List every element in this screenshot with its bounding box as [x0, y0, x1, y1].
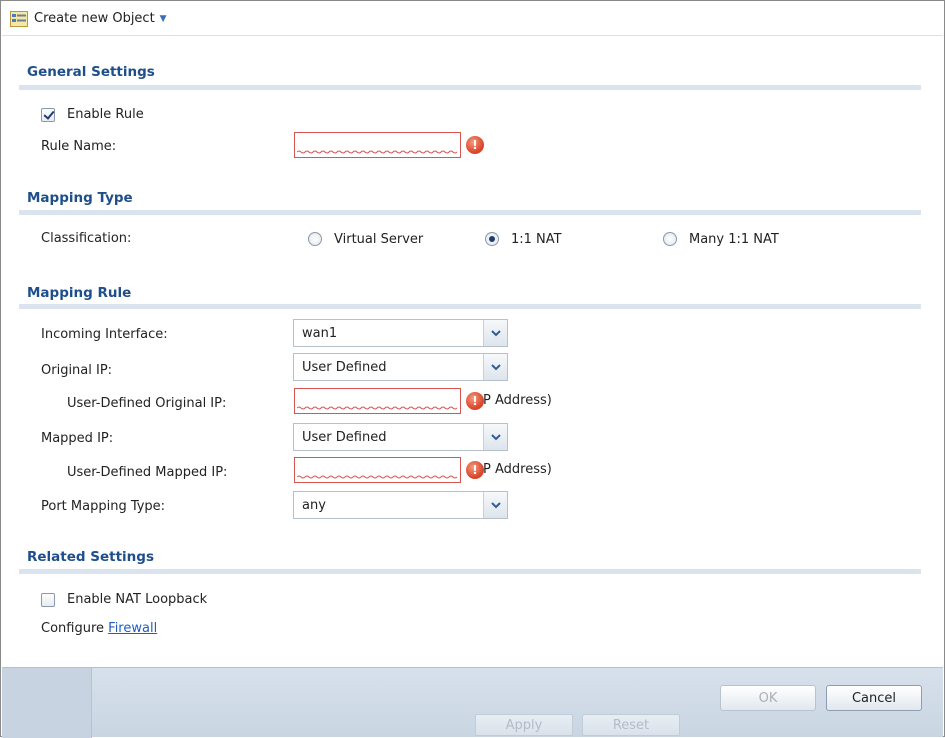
- many-one-to-one-nat-label: Many 1:1 NAT: [689, 232, 779, 247]
- port-mapping-type-select[interactable]: any: [293, 491, 508, 519]
- object-list-icon: [10, 10, 28, 27]
- enable-nat-loopback-label: Enable NAT Loopback: [67, 592, 208, 607]
- rule-name-input[interactable]: [294, 132, 461, 158]
- rule-name-label: Rule Name:: [41, 139, 117, 154]
- port-mapping-type-value: any: [302, 497, 326, 513]
- firewall-link[interactable]: Firewall: [108, 621, 157, 636]
- user-defined-original-ip-input[interactable]: [294, 388, 461, 414]
- mapping-rule-title: Mapping Rule: [27, 285, 132, 301]
- section-divider: [19, 210, 921, 215]
- error-icon: !: [466, 461, 484, 479]
- original-ip-label: Original IP:: [41, 363, 113, 378]
- error-icon: !: [466, 392, 484, 410]
- original-ip-value: User Defined: [302, 359, 387, 375]
- mapped-ip-select[interactable]: User Defined: [293, 423, 508, 451]
- chevron-down-icon[interactable]: [483, 492, 507, 518]
- chevron-down-icon[interactable]: [483, 424, 507, 450]
- create-new-object-label: Create new Object: [34, 11, 155, 26]
- original-ip-hint: P Address): [483, 393, 552, 408]
- create-new-object-menu[interactable]: Create new Object ▼: [34, 11, 167, 26]
- enable-rule-checkbox[interactable]: [41, 108, 55, 122]
- incoming-interface-select[interactable]: wan1: [293, 319, 508, 347]
- mapped-ip-label: Mapped IP:: [41, 431, 114, 446]
- user-defined-mapped-ip-label: User-Defined Mapped IP:: [67, 465, 228, 480]
- invalid-squiggle: [297, 475, 457, 479]
- error-icon: !: [466, 136, 484, 154]
- dialog-footer: OK Cancel Apply Reset: [2, 667, 943, 738]
- radio-many-one-to-one-nat[interactable]: [663, 232, 677, 246]
- apply-button[interactable]: Apply: [475, 714, 573, 736]
- enable-rule-label: Enable Rule: [67, 107, 144, 122]
- mapped-ip-value: User Defined: [302, 429, 387, 445]
- configure-label: Configure: [41, 621, 105, 636]
- reset-button[interactable]: Reset: [582, 714, 680, 736]
- configure-firewall: Configure Firewall: [41, 621, 157, 636]
- footer-left-strip: [2, 668, 92, 738]
- chevron-down-icon: ▼: [159, 13, 167, 24]
- incoming-interface-label: Incoming Interface:: [41, 327, 168, 342]
- nat-rule-dialog: Create new Object ▼ General Settings Ena…: [0, 0, 945, 738]
- general-settings-title: General Settings: [27, 64, 155, 80]
- mapping-type-title: Mapping Type: [27, 190, 133, 206]
- toolbar: Create new Object ▼: [2, 2, 943, 36]
- virtual-server-label: Virtual Server: [334, 232, 424, 247]
- section-divider: [19, 85, 921, 90]
- ok-button[interactable]: OK: [720, 685, 816, 711]
- radio-virtual-server[interactable]: [308, 232, 322, 246]
- invalid-squiggle: [297, 150, 457, 154]
- classification-label: Classification:: [41, 231, 132, 246]
- related-settings-title: Related Settings: [27, 549, 154, 565]
- section-divider: [19, 569, 921, 574]
- one-to-one-nat-label: 1:1 NAT: [511, 232, 562, 247]
- chevron-down-icon[interactable]: [483, 320, 507, 346]
- incoming-interface-value: wan1: [302, 325, 338, 341]
- user-defined-mapped-ip-input[interactable]: [294, 457, 461, 483]
- section-divider: [19, 304, 921, 309]
- mapped-ip-hint: P Address): [483, 462, 552, 477]
- enable-nat-loopback-checkbox[interactable]: [41, 593, 55, 607]
- port-mapping-type-label: Port Mapping Type:: [41, 499, 166, 514]
- cancel-button[interactable]: Cancel: [826, 685, 922, 711]
- user-defined-original-ip-label: User-Defined Original IP:: [67, 396, 227, 411]
- original-ip-select[interactable]: User Defined: [293, 353, 508, 381]
- chevron-down-icon[interactable]: [483, 354, 507, 380]
- invalid-squiggle: [297, 406, 457, 410]
- radio-one-to-one-nat[interactable]: [485, 232, 499, 246]
